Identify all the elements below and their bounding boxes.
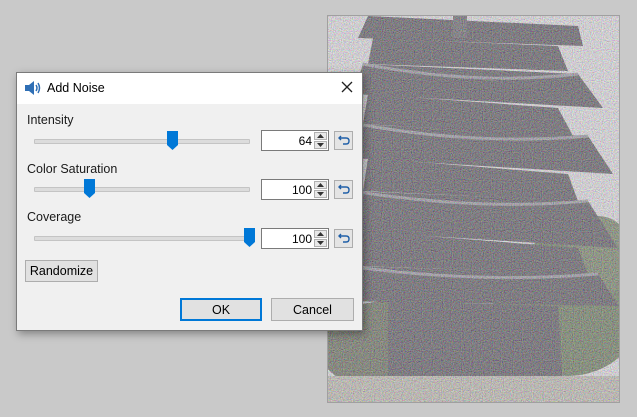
coverage-value: 100 [291,232,312,246]
undo-icon [337,132,350,150]
intensity-increment-button[interactable] [314,132,327,140]
intensity-slider-thumb[interactable] [166,131,178,150]
color-saturation-increment-button[interactable] [314,181,327,189]
color-saturation-reset-button[interactable] [334,180,353,199]
close-button[interactable] [332,73,362,104]
coverage-slider[interactable] [34,228,255,247]
coverage-reset-button[interactable] [334,229,353,248]
arrow-down-icon [317,143,324,147]
color-saturation-label: Color Saturation [27,162,118,176]
coverage-slider-thumb[interactable] [244,228,255,247]
coverage-spinner [314,230,327,247]
color-saturation-slider[interactable] [34,179,250,198]
color-saturation-input[interactable]: 100 [261,179,329,200]
arrow-down-icon [317,241,324,245]
intensity-input[interactable]: 64 [261,130,329,151]
coverage-input[interactable]: 100 [261,228,329,249]
intensity-decrement-button[interactable] [314,141,327,149]
arrow-up-icon [317,183,324,187]
undo-icon [337,181,350,199]
arrow-up-icon [317,134,324,138]
intensity-label: Intensity [27,113,74,127]
color-saturation-spinner [314,181,327,198]
add-noise-dialog: Add Noise Intensity 64 Color Saturation … [16,72,363,331]
ok-button[interactable]: OK [180,298,262,321]
arrow-down-icon [317,192,324,196]
cancel-button[interactable]: Cancel [271,298,354,321]
dialog-title: Add Noise [47,81,105,95]
intensity-slider[interactable] [34,131,250,150]
intensity-spinner [314,132,327,149]
randomize-button[interactable]: Randomize [25,260,98,282]
arrow-up-icon [317,232,324,236]
image-preview [327,15,620,403]
coverage-decrement-button[interactable] [314,239,327,247]
intensity-reset-button[interactable] [334,131,353,150]
title-bar[interactable]: Add Noise [17,73,362,104]
coverage-label: Coverage [27,210,82,224]
intensity-value: 64 [298,134,312,148]
color-saturation-slider-thumb[interactable] [83,179,95,198]
close-icon [341,80,353,98]
undo-icon [337,230,350,248]
speaker-icon [24,80,42,96]
coverage-increment-button[interactable] [314,230,327,238]
color-saturation-value: 100 [291,183,312,197]
color-saturation-decrement-button[interactable] [314,190,327,198]
